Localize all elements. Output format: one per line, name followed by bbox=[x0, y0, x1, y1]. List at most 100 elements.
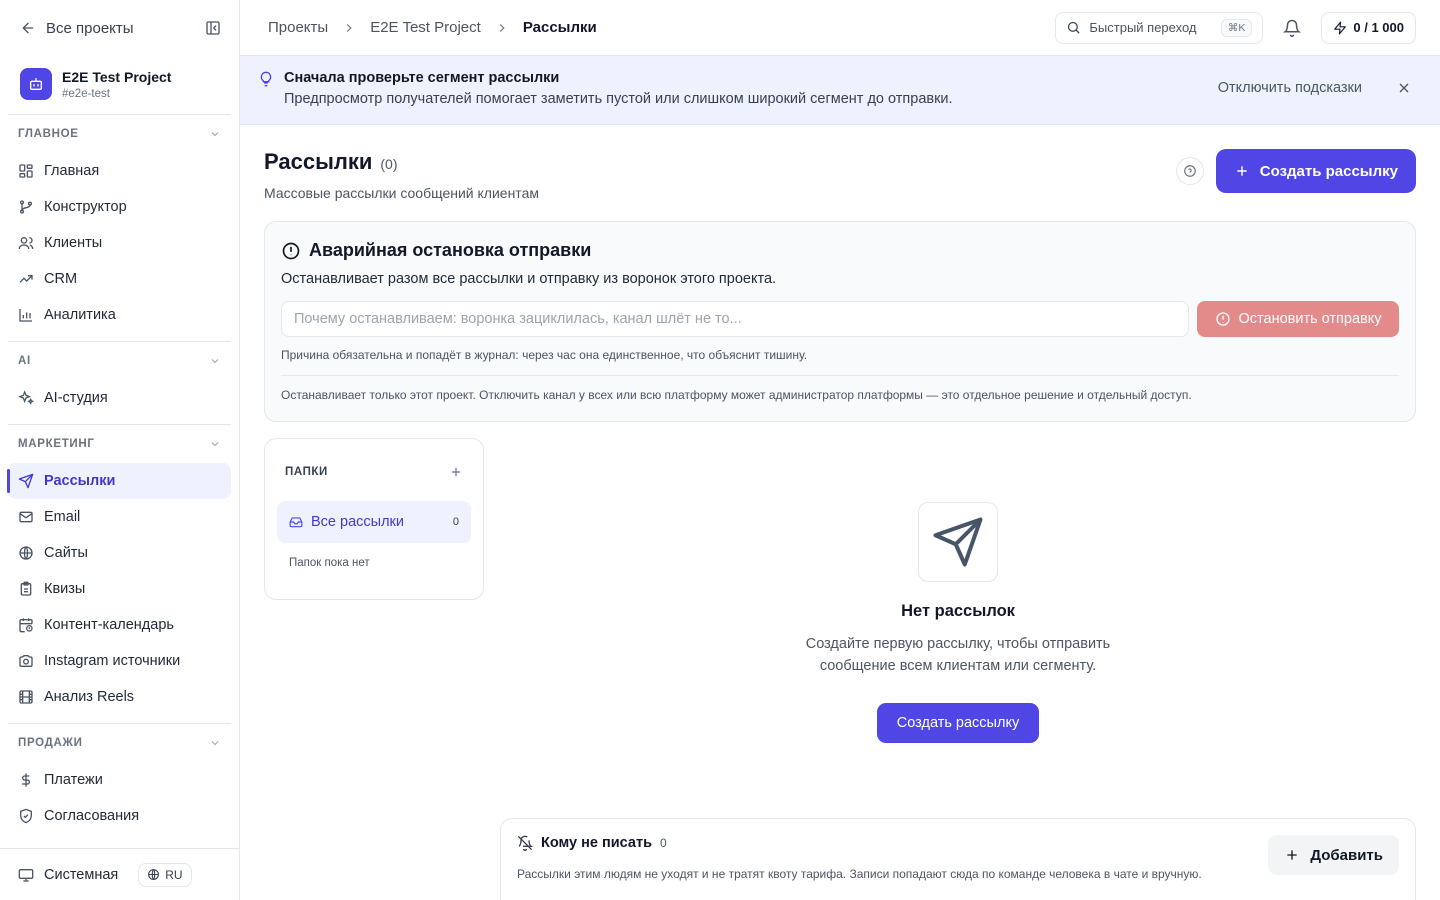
sidebar-top: Все проекты bbox=[0, 0, 239, 56]
sidebar-item-label: Сайты bbox=[44, 545, 88, 561]
send-icon bbox=[18, 473, 34, 489]
sidebar-item-builder[interactable]: Конструктор bbox=[8, 189, 231, 225]
sidebar-item-approvals[interactable]: Согласования bbox=[8, 798, 231, 834]
plus-icon bbox=[1237, 166, 1247, 176]
users-icon bbox=[18, 237, 34, 250]
do-not-contact-title: Кому не писать bbox=[541, 835, 652, 851]
sidebar-item-sites[interactable]: Сайты bbox=[8, 535, 231, 571]
nav-section-marketing: Маркетинг Рассылки Email Сайты Квизы Кон… bbox=[7, 425, 231, 724]
back-to-projects-link[interactable]: Все проекты bbox=[20, 20, 134, 37]
create-first-mailing-button[interactable]: Создать рассылку bbox=[876, 703, 1040, 743]
main-content: Рассылки (0) Массовые рассылки сообщений… bbox=[240, 125, 1440, 900]
sidebar-item-label: Платежи bbox=[44, 772, 103, 788]
lightbulb-icon bbox=[260, 71, 272, 87]
film-icon bbox=[19, 690, 33, 704]
disable-hints-button[interactable]: Отключить подсказки bbox=[1218, 80, 1362, 96]
page-subtitle: Массовые рассылки сообщений клиентам bbox=[264, 185, 539, 201]
stop-reason-input[interactable] bbox=[281, 301, 1189, 337]
section-header-sales[interactable]: Продажи bbox=[8, 724, 231, 762]
alert-circle-icon bbox=[282, 242, 300, 259]
add-do-not-contact-button[interactable]: Добавить bbox=[1268, 835, 1399, 875]
dollar-icon bbox=[22, 773, 30, 787]
chevron-right-icon bbox=[499, 23, 505, 32]
breadcrumb-current: Рассылки bbox=[522, 19, 597, 36]
emergency-description: Останавливает разом все рассылки и отпра… bbox=[281, 271, 777, 287]
do-not-contact-count: 0 bbox=[660, 836, 667, 850]
page-header: Рассылки (0) Массовые рассылки сообщений… bbox=[264, 125, 1416, 221]
bar-chart-icon bbox=[19, 309, 32, 322]
notifications-button[interactable] bbox=[1277, 13, 1307, 43]
folder-all-mailings[interactable]: Все рассылки 0 bbox=[277, 501, 471, 543]
sidebar-item-reels-analysis[interactable]: Анализ Reels bbox=[8, 679, 231, 715]
quick-jump-button[interactable]: Быстрый переход ⌘K bbox=[1055, 11, 1264, 44]
breadcrumb-project[interactable]: E2E Test Project bbox=[370, 19, 481, 36]
breadcrumb-projects[interactable]: Проекты bbox=[268, 19, 328, 36]
hint-banner: Сначала проверьте сегмент рассылки Предп… bbox=[240, 56, 1440, 125]
sidebar-item-label: Рассылки bbox=[44, 473, 116, 489]
emergency-title: Аварийная остановка отправки bbox=[309, 240, 592, 260]
sidebar-footer: Системная RU bbox=[0, 848, 239, 900]
theme-label: Системная bbox=[44, 866, 119, 883]
quick-jump-label: Быстрый переход bbox=[1089, 20, 1197, 35]
sidebar-item-clients[interactable]: Клиенты bbox=[8, 225, 231, 261]
chevron-down-icon bbox=[211, 132, 219, 137]
folders-title: Папки bbox=[285, 466, 328, 478]
sidebar: Все проекты E2E Test Project #e2e-test Г… bbox=[0, 0, 240, 900]
section-header-ai[interactable]: AI bbox=[8, 342, 231, 380]
do-not-contact-text: Рассылки этим людям не уходят и не тратя… bbox=[517, 867, 1202, 881]
close-icon[interactable] bbox=[1396, 80, 1412, 96]
sidebar-item-label: Главная bbox=[44, 163, 100, 179]
git-branch-icon bbox=[20, 200, 32, 214]
sidebar-item-label: CRM bbox=[44, 271, 78, 287]
chevron-down-icon bbox=[211, 442, 219, 447]
section-header-marketing[interactable]: Маркетинг bbox=[8, 425, 231, 463]
folder-count: 0 bbox=[452, 516, 459, 528]
chevron-right-icon bbox=[347, 23, 352, 32]
top-bar: Проекты E2E Test Project Рассылки Быстры… bbox=[240, 0, 1440, 56]
stop-sending-button[interactable]: Остановить отправку bbox=[1197, 301, 1399, 337]
project-switcher[interactable]: E2E Test Project #e2e-test bbox=[8, 56, 231, 115]
trending-up-icon bbox=[19, 275, 33, 283]
section-header-main[interactable]: Главное bbox=[8, 115, 231, 153]
sidebar-item-ai-studio[interactable]: AI-студия bbox=[8, 380, 231, 416]
chevron-down-icon bbox=[211, 359, 219, 364]
sidebar-item-payments[interactable]: Платежи bbox=[8, 762, 231, 798]
sidebar-item-home[interactable]: Главная bbox=[8, 153, 231, 189]
emergency-stop-card: Аварийная остановка отправки Останавлива… bbox=[264, 221, 1416, 422]
language-label: RU bbox=[165, 867, 183, 882]
sidebar-item-label: Instagram источники bbox=[44, 653, 181, 669]
project-name: E2E Test Project bbox=[62, 68, 172, 85]
sidebar-item-content-calendar[interactable]: Контент-календарь bbox=[8, 607, 231, 643]
clipboard-icon bbox=[20, 581, 32, 596]
hint-title: Сначала проверьте сегмент рассылки bbox=[284, 70, 560, 86]
emergency-note: Причина обязательна и попадёт в журнал: … bbox=[281, 348, 808, 362]
add-folder-icon[interactable] bbox=[449, 465, 463, 479]
folders-panel: Папки Все рассылки 0 Папок пока нет bbox=[264, 438, 484, 600]
sidebar-item-instagram-sources[interactable]: Instagram источники bbox=[8, 643, 231, 679]
theme-toggle[interactable]: Системная bbox=[18, 867, 118, 883]
project-logo bbox=[20, 68, 52, 100]
layout-grid-icon bbox=[19, 164, 33, 178]
help-button[interactable] bbox=[1175, 157, 1204, 185]
sidebar-item-email[interactable]: Email bbox=[8, 499, 231, 535]
sidebar-item-mailings[interactable]: Рассылки bbox=[7, 463, 231, 499]
sparkles-icon bbox=[18, 390, 34, 405]
empty-state-text: Создайте первую рассылку, чтобы отправит… bbox=[805, 636, 1111, 674]
collapse-sidebar-icon[interactable] bbox=[205, 20, 221, 36]
chevron-down-icon bbox=[211, 741, 219, 746]
quota-badge[interactable]: 0 / 1 000 bbox=[1321, 11, 1416, 44]
sidebar-item-label: Анализ Reels bbox=[44, 689, 135, 705]
zap-icon bbox=[1334, 21, 1347, 34]
sidebar-item-quizzes[interactable]: Квизы bbox=[8, 571, 231, 607]
sidebar-item-label: AI-студия bbox=[44, 390, 108, 406]
sidebar-item-label: Клиенты bbox=[44, 235, 103, 251]
sidebar-item-label: Аналитика bbox=[44, 307, 116, 323]
breadcrumb: Проекты E2E Test Project Рассылки bbox=[268, 19, 597, 36]
shield-check-icon bbox=[20, 808, 32, 824]
emergency-footer: Останавливает только этот проект. Отключ… bbox=[281, 388, 1192, 402]
create-mailing-button[interactable]: Создать рассылку bbox=[1215, 149, 1416, 193]
language-switcher[interactable]: RU bbox=[138, 862, 192, 887]
folders-empty-text: Папок пока нет bbox=[289, 557, 370, 569]
sidebar-item-analytics[interactable]: Аналитика bbox=[8, 297, 231, 333]
sidebar-item-crm[interactable]: CRM bbox=[8, 261, 231, 297]
